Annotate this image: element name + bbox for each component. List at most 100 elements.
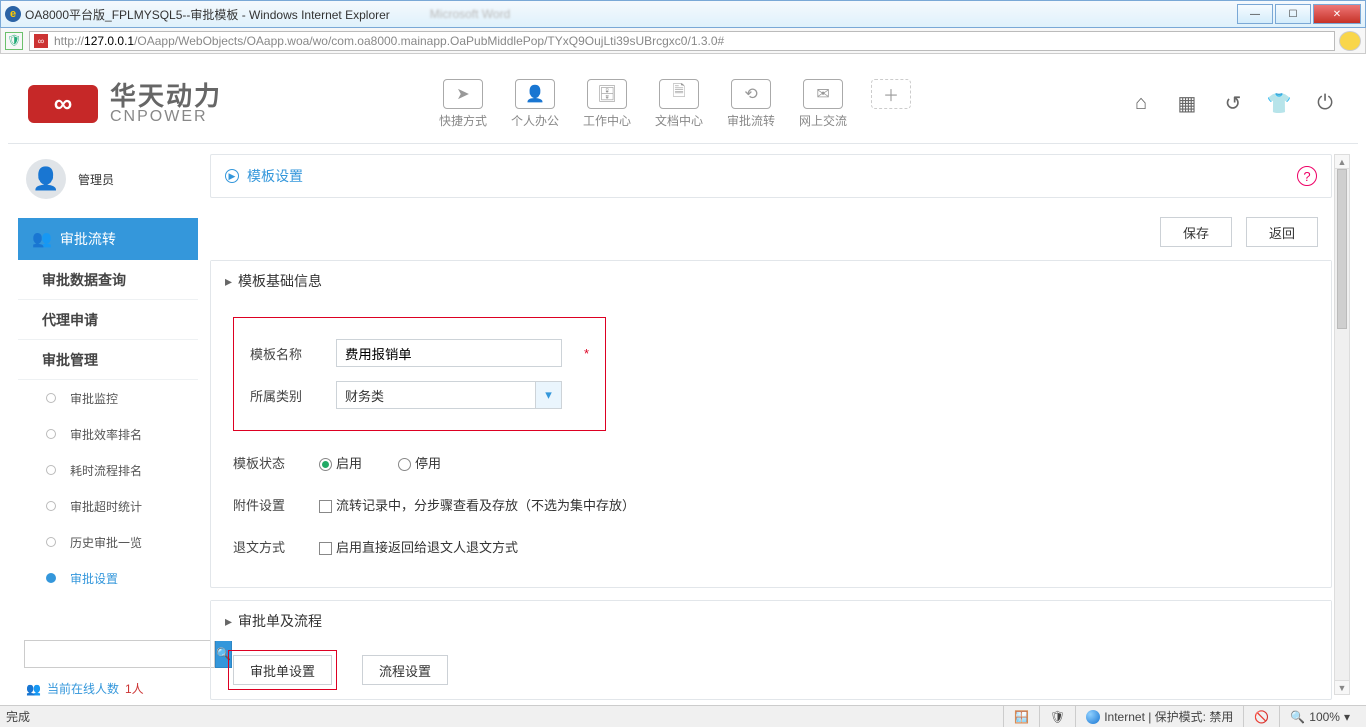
vertical-scrollbar[interactable]: ▲ ▼ (1334, 154, 1350, 695)
toolbar-shortcut[interactable]: ➤快捷方式 (439, 79, 487, 129)
scroll-down-arrow-icon[interactable]: ▼ (1335, 680, 1349, 694)
avatar-icon: 👤 (26, 159, 66, 199)
toolbar-chat[interactable]: ✉网上交流 (799, 79, 847, 129)
panel-title: 模板设置 (247, 166, 303, 186)
sidebar-search-input[interactable] (24, 640, 215, 668)
label-category: 所属类别 (250, 386, 320, 405)
dot-icon (46, 429, 56, 439)
dot-icon (46, 393, 56, 403)
sidebar-item-approval-admin[interactable]: 审批管理 (18, 340, 198, 380)
logo-text-cn: 华天动力 (110, 83, 222, 109)
current-user[interactable]: 👤 管理员 (18, 154, 198, 204)
status-popup-icon[interactable]: 🪟 (1003, 706, 1039, 727)
form-design-button[interactable]: 审批单设置 (233, 655, 332, 685)
radio-icon (398, 458, 411, 471)
close-button[interactable]: ✕ (1313, 4, 1361, 24)
user-flow-icon: 👥 (32, 229, 52, 249)
logo-mark-icon: ∞ (28, 85, 98, 123)
security-shield-icon[interactable]: 🛡 (5, 32, 23, 50)
sidebar-section-approval[interactable]: 👥 审批流转 (18, 218, 198, 260)
section-header-flow[interactable]: ▸ 审批单及流程 (211, 601, 1331, 641)
main-content: ▶ 模板设置 ? 保存 返回 ▸ 模板基础信息 模板名称 (198, 144, 1358, 705)
toolbar-approval[interactable]: ⟲审批流转 (727, 79, 775, 129)
radio-enable[interactable]: 启用 (319, 453, 362, 472)
scroll-up-arrow-icon[interactable]: ▲ (1335, 155, 1349, 169)
arrow-right-icon: ▶ (225, 169, 239, 183)
sidebar-item-proxy-apply[interactable]: 代理申请 (18, 300, 198, 340)
back-button[interactable]: 返回 (1246, 217, 1318, 247)
shirt-icon[interactable]: 👕 (1266, 91, 1292, 117)
checkbox-icon (319, 500, 332, 513)
select-value: 财务类 (345, 386, 384, 405)
paper-plane-icon: ➤ (443, 79, 483, 109)
checkbox-attachment[interactable]: 流转记录中，分步骤查看及存放（不选为集中存放） (319, 495, 635, 514)
help-icon[interactable]: ? (1297, 166, 1317, 186)
users-icon: 👥 (26, 682, 41, 696)
compat-view-button[interactable] (1339, 31, 1361, 51)
dot-icon (46, 537, 56, 547)
favicon-icon: ∞ (34, 34, 48, 48)
checkbox-icon (319, 542, 332, 555)
status-bar: 完成 🪟 🛡 Internet | 保护模式: 禁用 🚫 🔍 100% ▾ (0, 705, 1366, 727)
status-done: 完成 (6, 708, 30, 725)
status-protected-mode-icon[interactable]: 🚫 (1243, 706, 1279, 727)
toolbar-personal[interactable]: 👤个人办公 (511, 79, 559, 129)
label-status: 模板状态 (233, 453, 303, 472)
home-icon[interactable]: ⌂ (1128, 91, 1154, 117)
reply-icon[interactable]: ↺ (1220, 91, 1246, 117)
chevron-down-icon: ▾ (535, 382, 561, 408)
dot-icon (46, 573, 56, 583)
document-icon: 🗎 (659, 79, 699, 109)
grid-icon[interactable]: ▦ (1174, 91, 1200, 117)
main-toolbar: ➤快捷方式 👤个人办公 🗄工作中心 🗎文档中心 ⟲审批流转 ✉网上交流 ＋ (222, 79, 1128, 129)
highlighted-fields: 模板名称 * 所属类别 财务类 ▾ (233, 317, 606, 431)
toolbar-workcenter[interactable]: 🗄工作中心 (583, 79, 631, 129)
toolbar-documents[interactable]: 🗎文档中心 (655, 79, 703, 129)
dot-icon (46, 501, 56, 511)
label-return: 退文方式 (233, 537, 303, 556)
sidebar-sub-efficiency[interactable]: 审批效率排名 (18, 416, 198, 452)
window-title: OA8000平台版_FPLMYSQL5--审批模板 - Windows Inte… (25, 6, 390, 23)
flow-icon: ⟲ (731, 79, 771, 109)
logo-text-en: CNPOWER (110, 109, 222, 125)
action-bar: 保存 返回 (210, 210, 1358, 254)
radio-disable[interactable]: 停用 (398, 453, 441, 472)
sidebar-sub-time-rank[interactable]: 耗时流程排名 (18, 452, 198, 488)
checkbox-return[interactable]: 启用直接返回给退文人退文方式 (319, 537, 518, 556)
status-internet-zone[interactable]: Internet | 保护模式: 禁用 (1075, 706, 1243, 727)
sidebar-item-data-query[interactable]: 审批数据查询 (18, 260, 198, 300)
status-zoom[interactable]: 🔍 100% ▾ (1279, 706, 1360, 727)
dot-icon (46, 465, 56, 475)
panel-header: ▶ 模板设置 ? (211, 155, 1331, 197)
radio-icon (319, 458, 332, 471)
sidebar-sub-timeout[interactable]: 审批超时统计 (18, 488, 198, 524)
power-icon[interactable]: ⏻ (1312, 91, 1338, 117)
sidebar-sub-settings[interactable]: 审批设置 (18, 560, 198, 596)
flow-design-button[interactable]: 流程设置 (362, 655, 448, 685)
caret-right-icon: ▸ (225, 273, 232, 290)
sidebar-sub-monitor[interactable]: 审批监控 (18, 380, 198, 416)
online-users[interactable]: 👥 当前在线人数 1人 (18, 676, 198, 705)
logo: ∞ 华天动力 CNPOWER (28, 83, 222, 125)
app-header: ∞ 华天动力 CNPOWER ➤快捷方式 👤个人办公 🗄工作中心 🗎文档中心 ⟲… (8, 64, 1358, 144)
address-bar: 🛡 ∞ http:// 127.0.0.1 /OAapp/WebObjects/… (0, 28, 1366, 54)
sidebar: 👤 管理员 👥 审批流转 审批数据查询 代理申请 审批管理 审批监控 审批效率排… (8, 144, 198, 705)
ie-icon: e (5, 6, 21, 22)
section-header-basic[interactable]: ▸ 模板基础信息 (211, 261, 1331, 301)
panel-template-settings: ▶ 模板设置 ? (210, 154, 1332, 198)
toolbar-add[interactable]: ＋ (871, 79, 911, 129)
wechat-icon: ✉ (803, 79, 843, 109)
url-prefix: http:// (54, 34, 84, 48)
status-security-icon[interactable]: 🛡 (1039, 706, 1075, 727)
user-name: 管理员 (78, 171, 114, 188)
select-category[interactable]: 财务类 ▾ (336, 381, 562, 409)
save-button[interactable]: 保存 (1160, 217, 1232, 247)
sidebar-sub-history[interactable]: 历史审批一览 (18, 524, 198, 560)
minimize-button[interactable]: — (1237, 4, 1273, 24)
scrollbar-thumb[interactable] (1337, 169, 1347, 329)
input-template-name[interactable] (336, 339, 562, 367)
url-field[interactable]: ∞ http:// 127.0.0.1 /OAapp/WebObjects/OA… (29, 31, 1335, 51)
header-right: ⌂ ▦ ↺ 👕 ⏻ (1128, 91, 1338, 117)
maximize-button[interactable]: ☐ (1275, 4, 1311, 24)
panel-form-and-flow: ▸ 审批单及流程 审批单设置 流程设置 (210, 600, 1332, 700)
